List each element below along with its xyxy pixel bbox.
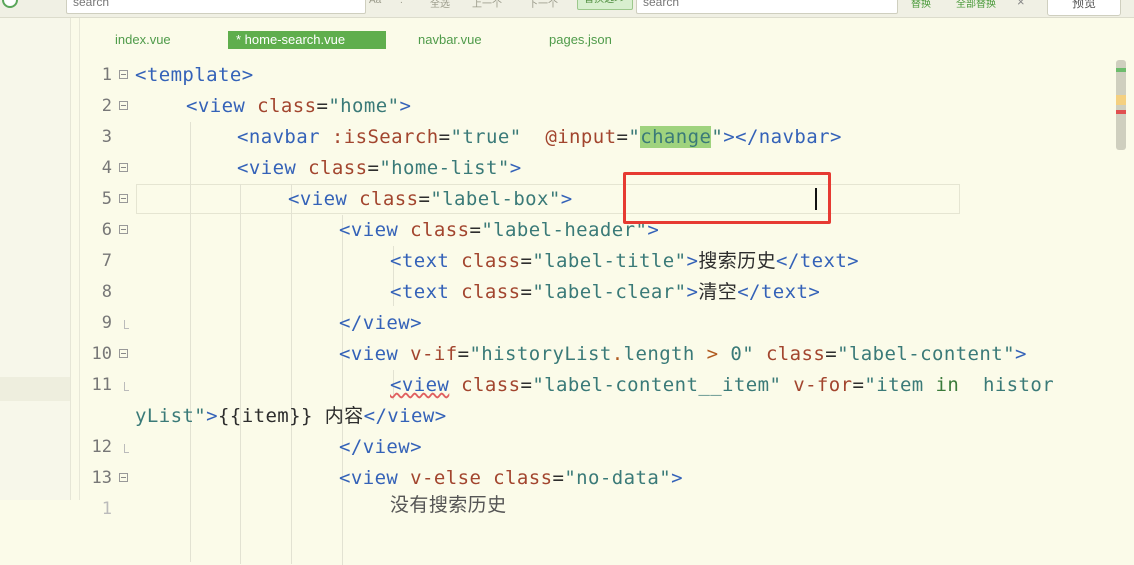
annotation-highlight-box	[623, 172, 831, 224]
line-number: 12	[91, 437, 112, 457]
project-sidebar	[0, 18, 71, 500]
code-line: 2 <view class="home">	[80, 91, 1120, 122]
replace-mode-toggle[interactable]: 替换选>>	[577, 0, 633, 10]
code-line: 6 <view class="label-header">	[80, 215, 1120, 246]
code-text: <view class="home-list">	[237, 157, 522, 179]
fold-end-marker	[124, 382, 129, 391]
code-line: 10 <view v-if="historyList.length > 0" c…	[80, 339, 1120, 370]
fold-toggle-icon[interactable]	[119, 473, 128, 482]
search-input[interactable]: search	[66, 0, 366, 14]
code-text: <text class="label-title">搜索历史</text>	[390, 250, 860, 272]
tab-home-search-vue[interactable]: * home-search.vue	[228, 31, 386, 49]
fold-end-marker	[124, 320, 129, 329]
code-text: <view class="label-header">	[339, 219, 660, 241]
find-next-button[interactable]: 下一个	[528, 0, 558, 10]
replace-input[interactable]: search	[636, 0, 898, 14]
code-line: 5 <view class="label-box">	[80, 184, 1120, 215]
fold-toggle-icon[interactable]	[119, 194, 128, 203]
line-number: 1	[101, 499, 112, 519]
code-text: <view class="home">	[186, 95, 412, 117]
find-prev-button[interactable]: 上一个	[472, 0, 502, 10]
line-number: 11	[91, 375, 112, 395]
fold-toggle-icon[interactable]	[119, 70, 128, 79]
match-case-toggle[interactable]: Aa	[369, 0, 381, 6]
code-line: 9 </view>	[80, 308, 1120, 339]
tab-navbar-vue[interactable]: navbar.vue	[418, 31, 482, 49]
close-icon[interactable]: ×	[1017, 0, 1025, 9]
line-number: 3	[101, 127, 112, 147]
code-text: <template>	[135, 64, 254, 86]
code-text: <view v-if="historyList.length > 0" clas…	[339, 343, 1027, 365]
code-text: yList">{{item}} 内容</view>	[135, 405, 447, 427]
regex-toggle[interactable]: .*	[400, 0, 407, 6]
line-number: 10	[91, 344, 112, 364]
code-line: 3 <navbar :isSearch="true" @input="chang…	[80, 122, 1120, 153]
line-number: 4	[101, 158, 112, 178]
code-line: 1 没有搜索历史	[80, 494, 1120, 525]
line-number: 7	[101, 251, 112, 271]
tab-pages-json[interactable]: pages.json	[549, 31, 612, 49]
select-all-button[interactable]: 全选	[430, 0, 450, 10]
scroll-marker	[1116, 110, 1126, 114]
preview-button[interactable]: 预览	[1047, 0, 1121, 16]
line-number: 6	[101, 220, 112, 240]
tab-index-vue[interactable]: index.vue	[115, 31, 171, 49]
replace-all-button[interactable]: 全部替换	[956, 0, 996, 10]
find-replace-bar: search Aa .* 全选 上一个 下一个 替换选>> search 替换 …	[0, 0, 1134, 18]
line-number: 8	[101, 282, 112, 302]
code-line: 13 <view v-else class="no-data">	[80, 463, 1120, 494]
search-status-icon	[2, 0, 18, 8]
code-line: 7 <text class="label-title">搜索历史</text>	[80, 246, 1120, 277]
fold-toggle-icon[interactable]	[119, 225, 128, 234]
fold-toggle-icon[interactable]	[119, 163, 128, 172]
label-title-text: 搜索历史	[698, 250, 777, 272]
line-number: 5	[101, 189, 112, 209]
code-text: <view class="label-content__item" v-for=…	[390, 374, 1055, 396]
replace-button[interactable]: 替换	[911, 0, 931, 10]
code-text: <text class="label-clear">清空</text>	[390, 281, 821, 303]
scroll-marker	[1116, 95, 1126, 105]
code-line: 12 </view>	[80, 432, 1120, 463]
content-text: 内容	[324, 405, 364, 427]
scroll-marker	[1116, 68, 1126, 72]
code-text: </view>	[339, 312, 423, 334]
line-number: 2	[101, 96, 112, 116]
fold-toggle-icon[interactable]	[119, 349, 128, 358]
code-text: </view>	[339, 436, 423, 458]
fold-end-marker	[124, 444, 129, 453]
editor-tabs: index.vue * home-search.vue navbar.vue p…	[80, 18, 1120, 60]
code-line: 11 <view class="label-content__item" v-f…	[80, 370, 1120, 401]
code-line: 8 <text class="label-clear">清空</text>	[80, 277, 1120, 308]
code-text: <view class="label-box">	[288, 188, 573, 210]
line-number: 9	[101, 313, 112, 333]
line-number: 1	[101, 65, 112, 85]
code-line-wrap: yList">{{item}} 内容</view>	[80, 401, 1120, 432]
sidebar-selected-item[interactable]	[0, 377, 70, 401]
code-line: 1 <template>	[80, 60, 1120, 91]
label-clear-text: 清空	[698, 281, 738, 303]
vertical-scrollbar[interactable]	[1116, 60, 1126, 150]
fold-toggle-icon[interactable]	[119, 101, 128, 110]
line-number: 13	[91, 468, 112, 488]
code-text: <navbar :isSearch="true" @input="change"…	[237, 126, 842, 148]
code-line: 4 <view class="home-list">	[80, 153, 1120, 184]
no-data-text: 没有搜索历史	[390, 494, 507, 516]
